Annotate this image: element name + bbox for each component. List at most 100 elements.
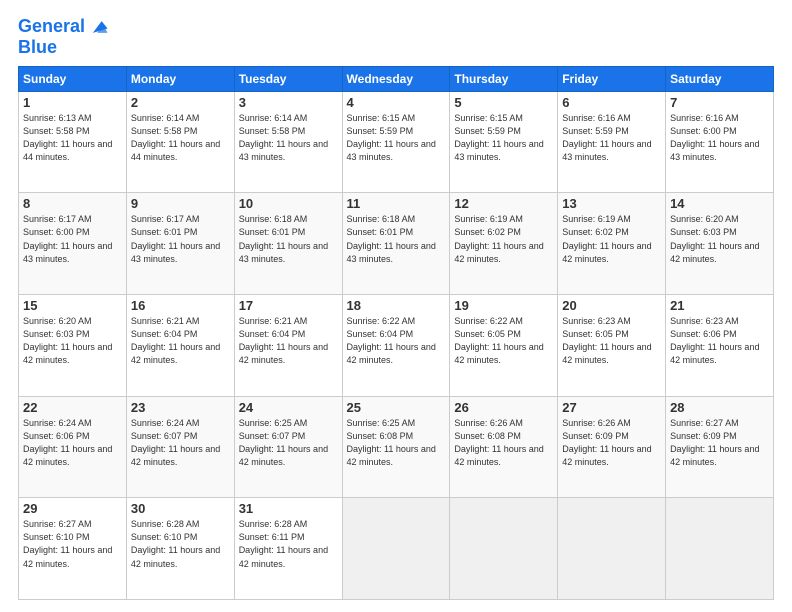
day-info: Sunrise: 6:21 AMSunset: 6:04 PMDaylight:… xyxy=(131,315,230,367)
calendar-cell: 18 Sunrise: 6:22 AMSunset: 6:04 PMDayligh… xyxy=(342,295,450,397)
weekday-saturday: Saturday xyxy=(666,66,774,91)
day-number: 17 xyxy=(239,298,338,313)
day-info: Sunrise: 6:25 AMSunset: 6:08 PMDaylight:… xyxy=(347,417,446,469)
calendar-cell: 4Sunrise: 6:15 AMSunset: 5:59 PMDaylight… xyxy=(342,91,450,193)
calendar-cell: 13 Sunrise: 6:19 AMSunset: 6:02 PMDayligh… xyxy=(558,193,666,295)
weekday-sunday: Sunday xyxy=(19,66,127,91)
day-info: Sunrise: 6:17 AMSunset: 6:01 PMDaylight:… xyxy=(131,213,230,265)
day-info: Sunrise: 6:17 AMSunset: 6:00 PMDaylight:… xyxy=(23,213,122,265)
day-number: 24 xyxy=(239,400,338,415)
day-number: 6 xyxy=(562,95,661,110)
day-number: 21 xyxy=(670,298,769,313)
day-number: 14 xyxy=(670,196,769,211)
day-info: Sunrise: 6:23 AMSunset: 6:05 PMDaylight:… xyxy=(562,315,661,367)
day-number: 23 xyxy=(131,400,230,415)
day-info: Sunrise: 6:24 AMSunset: 6:07 PMDaylight:… xyxy=(131,417,230,469)
calendar-cell: 16Sunrise: 6:21 AMSunset: 6:04 PMDayligh… xyxy=(126,295,234,397)
day-number: 1 xyxy=(23,95,122,110)
calendar-cell: 6 Sunrise: 6:16 AMSunset: 5:59 PMDaylight… xyxy=(558,91,666,193)
day-info: Sunrise: 6:18 AMSunset: 6:01 PMDaylight:… xyxy=(347,213,446,265)
day-info: Sunrise: 6:20 AMSunset: 6:03 PMDaylight:… xyxy=(670,213,769,265)
day-info: Sunrise: 6:14 AMSunset: 5:58 PMDaylight:… xyxy=(131,112,230,164)
day-number: 26 xyxy=(454,400,553,415)
logo-line2: Blue xyxy=(18,38,109,58)
day-info: Sunrise: 6:20 AMSunset: 6:03 PMDaylight:… xyxy=(23,315,122,367)
day-number: 8 xyxy=(23,196,122,211)
day-info: Sunrise: 6:28 AMSunset: 6:11 PMDaylight:… xyxy=(239,518,338,570)
day-number: 13 xyxy=(562,196,661,211)
calendar-table: SundayMondayTuesdayWednesdayThursdayFrid… xyxy=(18,66,774,600)
day-info: Sunrise: 6:21 AMSunset: 6:04 PMDaylight:… xyxy=(239,315,338,367)
weekday-header-row: SundayMondayTuesdayWednesdayThursdayFrid… xyxy=(19,66,774,91)
day-number: 11 xyxy=(347,196,446,211)
calendar-cell: 27Sunrise: 6:26 AMSunset: 6:09 PMDayligh… xyxy=(558,396,666,498)
calendar-cell: 23 Sunrise: 6:24 AMSunset: 6:07 PMDayligh… xyxy=(126,396,234,498)
day-number: 3 xyxy=(239,95,338,110)
calendar-row-5: 29 Sunrise: 6:27 AMSunset: 6:10 PMDayligh… xyxy=(19,498,774,600)
calendar-cell: 25 Sunrise: 6:25 AMSunset: 6:08 PMDayligh… xyxy=(342,396,450,498)
calendar-cell: 8 Sunrise: 6:17 AMSunset: 6:00 PMDaylight… xyxy=(19,193,127,295)
day-number: 19 xyxy=(454,298,553,313)
day-number: 22 xyxy=(23,400,122,415)
day-number: 15 xyxy=(23,298,122,313)
day-number: 18 xyxy=(347,298,446,313)
day-info: Sunrise: 6:26 AMSunset: 6:08 PMDaylight:… xyxy=(454,417,553,469)
calendar-cell: 2 Sunrise: 6:14 AMSunset: 5:58 PMDaylight… xyxy=(126,91,234,193)
logo-icon xyxy=(87,16,109,38)
day-number: 7 xyxy=(670,95,769,110)
day-info: Sunrise: 6:19 AMSunset: 6:02 PMDaylight:… xyxy=(454,213,553,265)
day-info: Sunrise: 6:16 AMSunset: 5:59 PMDaylight:… xyxy=(562,112,661,164)
day-info: Sunrise: 6:18 AMSunset: 6:01 PMDaylight:… xyxy=(239,213,338,265)
calendar-row-4: 22 Sunrise: 6:24 AMSunset: 6:06 PMDayligh… xyxy=(19,396,774,498)
calendar-cell: 24 Sunrise: 6:25 AMSunset: 6:07 PMDayligh… xyxy=(234,396,342,498)
calendar-cell: 15 Sunrise: 6:20 AMSunset: 6:03 PMDayligh… xyxy=(19,295,127,397)
day-info: Sunrise: 6:27 AMSunset: 6:10 PMDaylight:… xyxy=(23,518,122,570)
calendar-cell: 12 Sunrise: 6:19 AMSunset: 6:02 PMDayligh… xyxy=(450,193,558,295)
day-info: Sunrise: 6:19 AMSunset: 6:02 PMDaylight:… xyxy=(562,213,661,265)
weekday-monday: Monday xyxy=(126,66,234,91)
logo-line1: General xyxy=(18,17,85,37)
calendar-cell: 11 Sunrise: 6:18 AMSunset: 6:01 PMDayligh… xyxy=(342,193,450,295)
weekday-wednesday: Wednesday xyxy=(342,66,450,91)
weekday-tuesday: Tuesday xyxy=(234,66,342,91)
calendar-cell xyxy=(666,498,774,600)
day-info: Sunrise: 6:15 AMSunset: 5:59 PMDaylight:… xyxy=(347,112,446,164)
calendar-cell: 10 Sunrise: 6:18 AMSunset: 6:01 PMDayligh… xyxy=(234,193,342,295)
header: General Blue xyxy=(18,16,774,58)
calendar-cell: 31 Sunrise: 6:28 AMSunset: 6:11 PMDayligh… xyxy=(234,498,342,600)
day-info: Sunrise: 6:22 AMSunset: 6:05 PMDaylight:… xyxy=(454,315,553,367)
calendar-cell: 19 Sunrise: 6:22 AMSunset: 6:05 PMDayligh… xyxy=(450,295,558,397)
day-info: Sunrise: 6:16 AMSunset: 6:00 PMDaylight:… xyxy=(670,112,769,164)
day-info: Sunrise: 6:27 AMSunset: 6:09 PMDaylight:… xyxy=(670,417,769,469)
day-number: 20 xyxy=(562,298,661,313)
calendar-row-3: 15 Sunrise: 6:20 AMSunset: 6:03 PMDayligh… xyxy=(19,295,774,397)
day-number: 25 xyxy=(347,400,446,415)
calendar-cell: 29 Sunrise: 6:27 AMSunset: 6:10 PMDayligh… xyxy=(19,498,127,600)
day-number: 28 xyxy=(670,400,769,415)
calendar-cell xyxy=(558,498,666,600)
day-number: 12 xyxy=(454,196,553,211)
day-info: Sunrise: 6:24 AMSunset: 6:06 PMDaylight:… xyxy=(23,417,122,469)
day-number: 31 xyxy=(239,501,338,516)
weekday-thursday: Thursday xyxy=(450,66,558,91)
day-info: Sunrise: 6:23 AMSunset: 6:06 PMDaylight:… xyxy=(670,315,769,367)
calendar-cell: 14 Sunrise: 6:20 AMSunset: 6:03 PMDayligh… xyxy=(666,193,774,295)
day-info: Sunrise: 6:26 AMSunset: 6:09 PMDaylight:… xyxy=(562,417,661,469)
calendar-cell: 17 Sunrise: 6:21 AMSunset: 6:04 PMDayligh… xyxy=(234,295,342,397)
logo: General Blue xyxy=(18,16,109,58)
calendar-cell: 7 Sunrise: 6:16 AMSunset: 6:00 PMDaylight… xyxy=(666,91,774,193)
day-info: Sunrise: 6:22 AMSunset: 6:04 PMDaylight:… xyxy=(347,315,446,367)
calendar-cell xyxy=(342,498,450,600)
calendar-cell: 21 Sunrise: 6:23 AMSunset: 6:06 PMDayligh… xyxy=(666,295,774,397)
day-info: Sunrise: 6:15 AMSunset: 5:59 PMDaylight:… xyxy=(454,112,553,164)
calendar-cell: 28 Sunrise: 6:27 AMSunset: 6:09 PMDayligh… xyxy=(666,396,774,498)
day-number: 10 xyxy=(239,196,338,211)
calendar-cell: 1Sunrise: 6:13 AMSunset: 5:58 PMDaylight… xyxy=(19,91,127,193)
day-number: 2 xyxy=(131,95,230,110)
calendar-cell xyxy=(450,498,558,600)
calendar-cell: 26 Sunrise: 6:26 AMSunset: 6:08 PMDayligh… xyxy=(450,396,558,498)
day-info: Sunrise: 6:25 AMSunset: 6:07 PMDaylight:… xyxy=(239,417,338,469)
day-number: 9 xyxy=(131,196,230,211)
day-number: 29 xyxy=(23,501,122,516)
weekday-friday: Friday xyxy=(558,66,666,91)
